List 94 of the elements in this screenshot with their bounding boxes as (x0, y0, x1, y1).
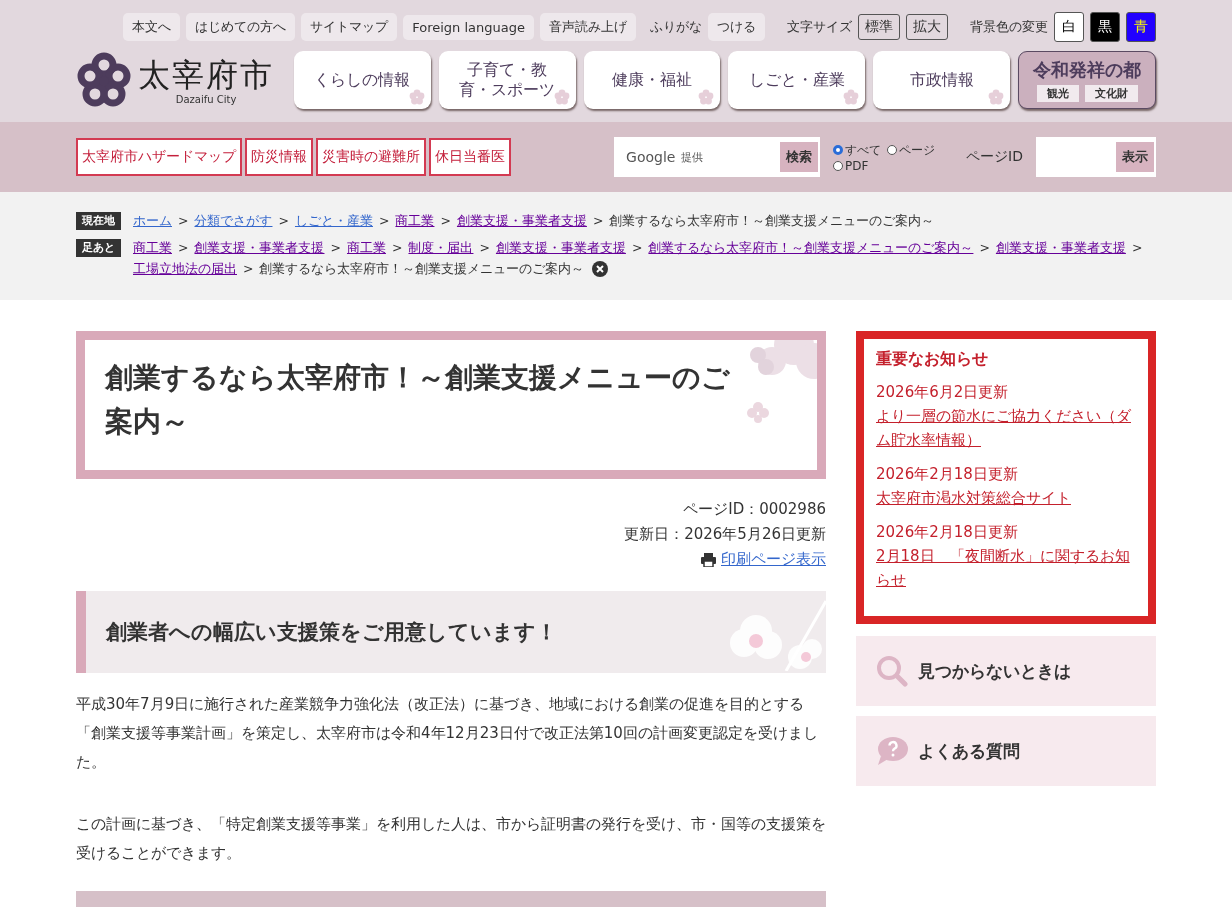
background-color-button[interactable]: 黒 (1090, 12, 1120, 42)
notice-date: 2026年2月18日更新 (876, 522, 1019, 543)
furigana-label: ふりがな (650, 18, 702, 36)
body-paragraph: 平成30年7月9日に施行された産業競争力強化法（改正法）に基づき、地域における創業の促進を目的とする「創業支援等事業計画」を策定し、太宰府市は令和4年12月23日付で改正法第10回の計画変更認定を受けました。 (76, 694, 819, 773)
banner-link[interactable]: 文化財 (1084, 85, 1138, 102)
main-nav-tab[interactable]: 市政情報 (873, 51, 1011, 109)
site-title: 太宰府市 (138, 55, 274, 94)
emergency-link[interactable]: 休日当番医 (429, 138, 511, 176)
font-size-button[interactable]: 拡大 (906, 14, 948, 40)
search-button[interactable]: 検索 (780, 142, 819, 172)
footprint-link[interactable]: 工場立地法の届出 (133, 258, 237, 279)
main-nav-tab[interactable]: 子育て・教育・スポーツ (438, 51, 576, 109)
utility-link[interactable]: 本文へ (123, 13, 181, 41)
section-heading: 創業者への幅広い支援策をご用意しています！ (106, 619, 557, 646)
main-nav-tab[interactable]: 健康・福祉 (583, 51, 721, 109)
site-subtitle: Dazaifu City (175, 93, 237, 105)
breadcrumb-link[interactable]: 商工業 (395, 210, 435, 231)
footprint-link[interactable]: 商工業 (346, 237, 386, 258)
separator: > (278, 212, 289, 230)
side-link-button[interactable]: よくある質問 (856, 716, 1156, 786)
flower-icon (408, 89, 425, 105)
breadcrumb-current: 創業するなら太宰府市！～創業支援メニューのご案内～ (609, 212, 935, 230)
body-paragraph: この計画に基づき、「特定創業支援等事業」を利用した人は、市から証明書の発行を受け、市・国等の支援策を受けることができます。 (76, 814, 826, 864)
page-title: 創業するなら太宰府市！～創業支援メニューのご案内～ (105, 360, 731, 440)
breadcrumb-label: 現在地 (76, 212, 121, 230)
breadcrumb-link[interactable]: ホーム (133, 210, 172, 231)
print-page-link[interactable]: 印刷ページ表示 (721, 547, 826, 572)
notice-link[interactable]: 太宰府市渇水対策総合サイト (876, 486, 1136, 510)
font-size-label: 文字サイズ (787, 18, 852, 36)
scope-radio[interactable]: ページ (887, 141, 936, 159)
emergency-link[interactable]: 太宰府市ハザードマップ (76, 138, 242, 176)
search-field[interactable]: Google 提供 検索 (614, 137, 821, 177)
breadcrumb-link[interactable]: 分類でさがす (194, 210, 273, 231)
page-id-field[interactable]: 表示 (1036, 137, 1156, 177)
emergency-link[interactable]: 災害時の避難所 (316, 138, 426, 176)
banner-link[interactable]: 観光 (1036, 85, 1079, 102)
notice-link[interactable]: より一層の節水にご協力ください（ダム貯水率情報） (876, 404, 1136, 452)
footprint-current: 創業するなら太宰府市！～創業支援メニューのご案内～ (259, 260, 585, 278)
background-color-button[interactable]: 青 (1126, 12, 1156, 42)
scope-radio[interactable]: PDF (833, 158, 869, 173)
background-color-button[interactable]: 白 (1054, 12, 1084, 42)
notice-title: 重要なお知らせ (876, 349, 989, 370)
google-label: Google (626, 149, 676, 165)
notice-link[interactable]: 2月18日 「夜間断水」に関するお知らせ (876, 544, 1136, 592)
updated-date: 更新日：2026年5月26日更新 (624, 524, 826, 545)
footprint-link[interactable]: 創業支援・事業者支援 (495, 237, 626, 258)
separator: > (243, 260, 254, 278)
footprint-link[interactable]: 創業するなら太宰府市！～創業支援メニューのご案内～ (648, 237, 974, 258)
footprint-link[interactable]: 創業支援・事業者支援 (194, 237, 325, 258)
main-nav-tab[interactable]: しごと・産業 (728, 51, 866, 109)
flower-icon (843, 89, 860, 105)
separator: > (631, 239, 643, 257)
separator: > (979, 239, 990, 257)
close-icon[interactable] (592, 260, 609, 277)
furigana-button[interactable]: つける (708, 13, 765, 41)
footprint-link[interactable]: 創業支援・事業者支援 (995, 237, 1126, 258)
printer-icon (701, 552, 716, 567)
separator: > (178, 239, 189, 257)
breadcrumb-link[interactable]: しごと・産業 (294, 210, 373, 231)
search-icon (876, 655, 908, 687)
page-id-label: ページID (966, 148, 1023, 166)
notice-date: 2026年2月18日更新 (876, 464, 1019, 485)
plum-flower-logo-icon (76, 52, 132, 108)
separator: > (592, 212, 604, 230)
utility-link[interactable]: はじめての方へ (186, 13, 296, 41)
scope-radio[interactable]: すべて (833, 141, 882, 159)
utility-link[interactable]: 音声読み上げ (540, 13, 636, 41)
utility-link[interactable]: サイトマップ (301, 13, 398, 41)
font-size-button[interactable]: 標準 (858, 14, 900, 40)
question-bubble-icon (876, 736, 908, 766)
separator: > (479, 239, 490, 257)
separator: > (1131, 239, 1143, 257)
flower-icon (988, 89, 1005, 105)
emergency-link[interactable]: 防災情報 (245, 138, 313, 176)
banner-title: 令和発祥の都 (1033, 58, 1142, 82)
separator: > (330, 239, 341, 257)
background-color-label: 背景色の変更 (970, 18, 1048, 36)
footprints-label: 足あと (76, 239, 121, 257)
page-id: ページID：0002986 (683, 499, 826, 520)
separator: > (178, 212, 189, 230)
footprint-link[interactable]: 商工業 (133, 237, 172, 258)
breadcrumb-link[interactable]: 創業支援・事業者支援 (456, 210, 587, 231)
separator: > (378, 212, 390, 230)
side-link-button[interactable]: 見つからないときは (856, 636, 1156, 706)
main-nav-tab[interactable]: くらしの情報 (293, 51, 431, 109)
footprint-link[interactable]: 制度・届出 (408, 237, 474, 258)
notice-date: 2026年6月2日更新 (876, 382, 1010, 403)
provider-note: 提供 (681, 149, 705, 165)
separator: > (391, 239, 403, 257)
separator: > (440, 212, 451, 230)
utility-link[interactable]: Foreign language (403, 14, 534, 40)
show-button[interactable]: 表示 (1116, 142, 1154, 172)
flower-icon (698, 89, 715, 105)
flower-icon (553, 89, 570, 105)
